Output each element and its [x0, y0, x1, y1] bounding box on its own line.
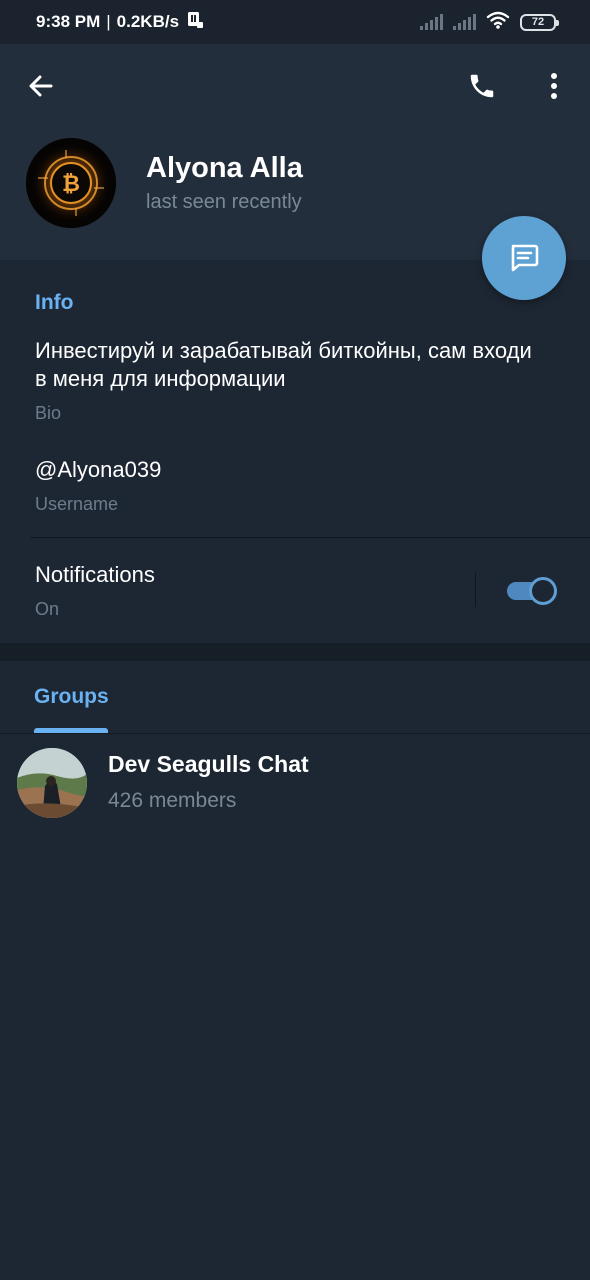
toggle-thumb: [529, 577, 557, 605]
bio-label: Bio: [35, 403, 62, 423]
group-name: Dev Seagulls Chat: [108, 751, 309, 777]
username-label: Username: [35, 494, 119, 514]
groups-section: Groups Dev Seagulls Chat 426 members: [0, 661, 590, 1280]
wifi-icon: [486, 11, 510, 34]
tab-groups[interactable]: Groups: [34, 685, 109, 709]
notifications-title[interactable]: Notifications: [35, 561, 155, 589]
signal-icon: [453, 14, 476, 30]
username-value[interactable]: @Alyona039: [35, 456, 161, 484]
battery-level: 72: [531, 16, 545, 28]
status-left: 9:38 PM | 0.2KB/s: [36, 10, 205, 35]
battery-icon: 72: [520, 13, 559, 31]
info-section-title: Info: [35, 291, 74, 314]
status-time: 9:38 PM: [36, 12, 101, 31]
status-separator: |: [106, 12, 111, 31]
more-options-button[interactable]: [530, 62, 578, 110]
signal-icon: [420, 14, 443, 30]
switch-separator: [475, 573, 476, 607]
section-gap: [0, 643, 590, 661]
status-network-speed: 0.2KB/s: [116, 12, 180, 31]
call-button[interactable]: [458, 62, 506, 110]
notifications-state: On: [35, 599, 60, 619]
tab-divider: [0, 733, 590, 734]
device-icon: [185, 10, 205, 35]
info-divider: [30, 537, 590, 538]
group-members-count: 426 members: [108, 789, 237, 812]
back-button[interactable]: [17, 62, 65, 110]
profile-avatar[interactable]: ₿: [26, 138, 116, 228]
profile-name: Alyona Alla: [146, 152, 303, 184]
send-message-button[interactable]: [482, 216, 566, 300]
group-list-item[interactable]: Dev Seagulls Chat 426 members: [0, 741, 590, 825]
message-icon: [511, 244, 539, 272]
info-section: Info Инвестируй и зарабатывай биткойны, …: [0, 262, 590, 642]
group-avatar: [17, 748, 87, 818]
profile-status: last seen recently: [146, 191, 302, 213]
more-vert-icon: [551, 73, 557, 99]
phone-icon: [470, 74, 494, 98]
back-arrow-icon: [29, 75, 53, 97]
bio-text[interactable]: Инвестируй и зарабатывай биткойны, сам в…: [35, 337, 535, 393]
notifications-toggle[interactable]: [507, 576, 557, 606]
bitcoin-icon: ₿: [26, 138, 116, 228]
status-right: 72: [420, 11, 559, 34]
svg-text:₿: ₿: [62, 172, 80, 197]
status-bar: 9:38 PM | 0.2KB/s 72: [0, 0, 590, 44]
